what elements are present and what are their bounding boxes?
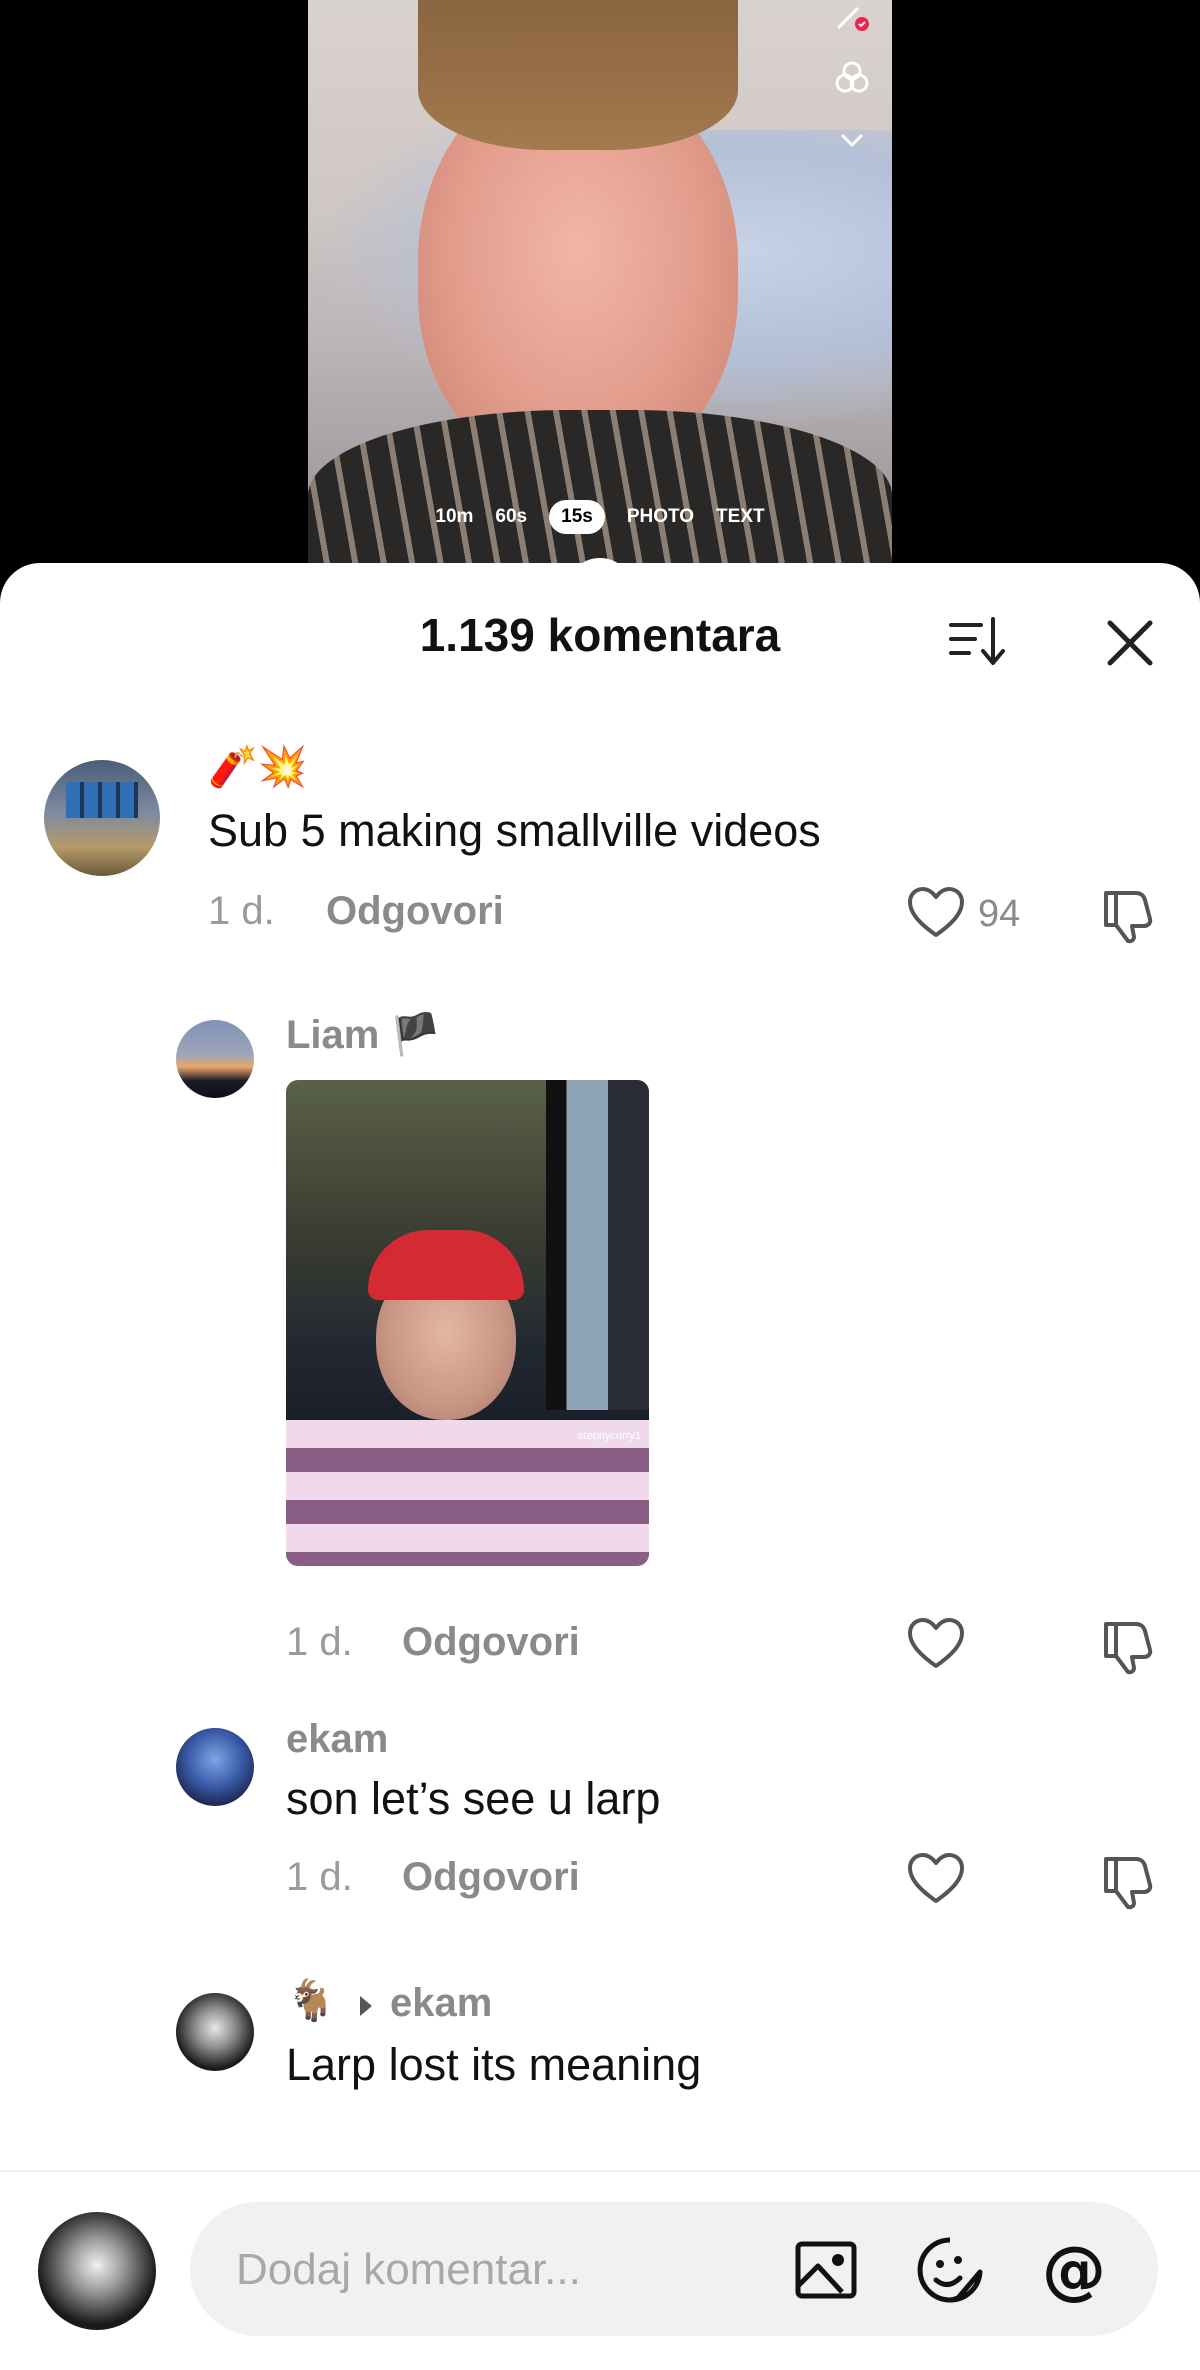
mode-15s[interactable]: 15s bbox=[549, 500, 605, 534]
svg-text:@: @ bbox=[1042, 2234, 1106, 2306]
mode-text[interactable]: TEXT bbox=[716, 506, 765, 528]
chevron-down-icon[interactable] bbox=[832, 120, 872, 160]
mode-10m[interactable]: 10m bbox=[435, 506, 473, 528]
comment-reply-item: 🐐 ekam Larp lost its meaning bbox=[0, 563, 1200, 2090]
reply-to-username[interactable]: ekam bbox=[390, 1981, 492, 2026]
person-hair bbox=[418, 0, 738, 150]
capture-mode-bar: 10m 60s 15s PHOTO TEXT bbox=[308, 495, 892, 539]
avatar[interactable] bbox=[176, 1993, 254, 2071]
image-icon[interactable] bbox=[790, 2234, 862, 2306]
comment-username-emoji[interactable]: 🐐 bbox=[286, 1977, 336, 2024]
comment-text: Larp lost its meaning bbox=[286, 2039, 702, 2090]
sticker-icon[interactable] bbox=[914, 2234, 986, 2306]
comment-input[interactable] bbox=[234, 2234, 798, 2306]
comment-composer: @ bbox=[0, 2170, 1200, 2370]
magic-wand-icon[interactable] bbox=[832, 0, 872, 34]
comments-sheet: 1.139 komentara 🧨💥 Sub 5 making smallvil… bbox=[0, 563, 1200, 2368]
video-player[interactable]: 10m 60s 15s PHOTO TEXT bbox=[0, 0, 1200, 626]
comment-input-container: @ bbox=[190, 2202, 1158, 2336]
filters-icon[interactable] bbox=[832, 58, 872, 98]
mention-icon[interactable]: @ bbox=[1038, 2234, 1110, 2308]
user-avatar[interactable] bbox=[38, 2212, 156, 2330]
reply-arrow-icon bbox=[356, 1993, 376, 2019]
mode-photo[interactable]: PHOTO bbox=[627, 506, 694, 528]
mode-60s[interactable]: 60s bbox=[495, 506, 527, 528]
